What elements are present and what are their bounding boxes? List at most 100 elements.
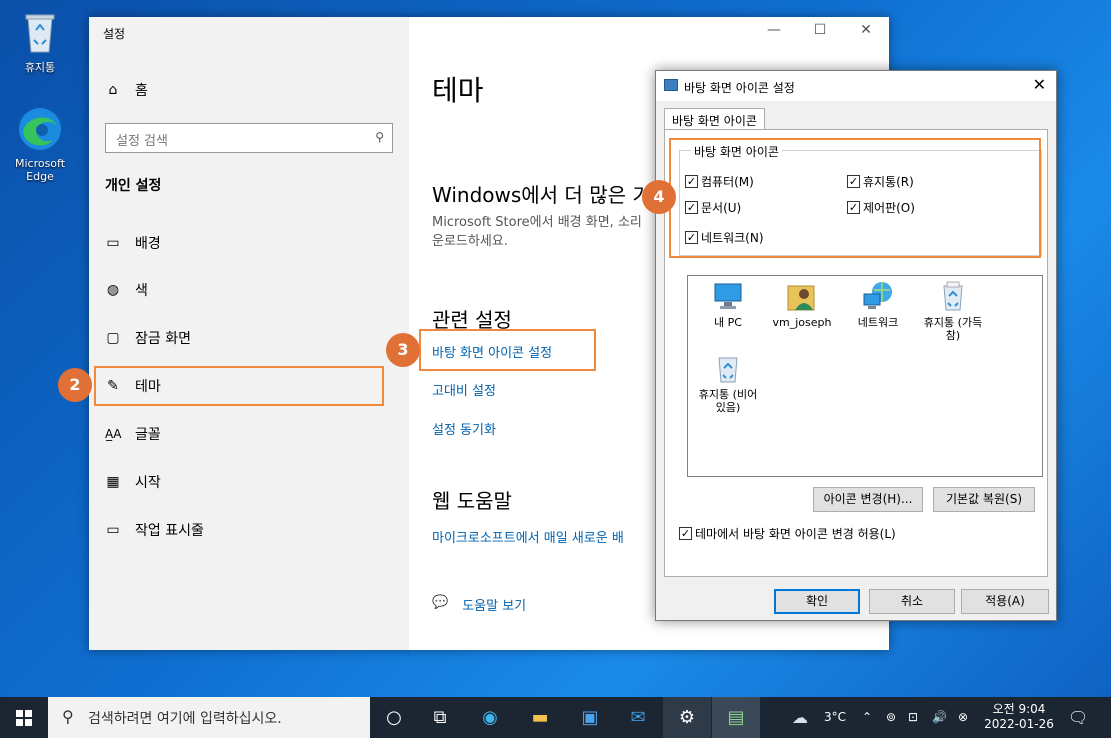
- nav-label: 잠금 화면: [135, 331, 191, 347]
- nav-label: 작업 표시줄: [135, 523, 204, 539]
- nav-label: 시작: [135, 475, 161, 491]
- help-chat-icon: 💬: [432, 595, 449, 610]
- icon-item-label: 휴지통 (가득 참): [923, 316, 983, 342]
- search-icon: ⚲: [62, 707, 74, 726]
- nav-background[interactable]: ▭ 배경: [105, 233, 161, 253]
- window-title: 설정: [103, 27, 126, 41]
- apply-button[interactable]: 적용(A): [961, 589, 1049, 614]
- web-help-link[interactable]: 마이크로소프트에서 매일 새로운 배: [432, 527, 624, 546]
- search-icon: ⚲: [375, 130, 384, 144]
- recycle-bin-icon: [5, 10, 75, 57]
- taskbar: ⚲ 검색하려면 여기에 입력하십시오. ○ ⧉ ◉ ▬ ▣ ✉ ⚙ ▤ ☁ 3°…: [0, 697, 1111, 738]
- restore-default-button[interactable]: 기본값 복원(S): [933, 487, 1035, 512]
- volume-icon[interactable]: 🔊: [932, 697, 947, 738]
- highlight-theme: [94, 366, 384, 406]
- settings-search-input[interactable]: 설정 검색 ⚲: [105, 123, 393, 153]
- dialog-titlebar: 바탕 화면 아이콘 설정 ✕: [656, 71, 1056, 101]
- icon-item-label: 휴지통 (비어 있음): [698, 388, 758, 414]
- cancel-button[interactable]: 취소: [869, 589, 955, 614]
- get-help-link[interactable]: 💬 도움말 보기: [432, 595, 526, 614]
- icon-item-pc[interactable]: 내 PC: [693, 280, 763, 329]
- maximize-button[interactable]: ☐: [805, 22, 835, 38]
- clock-date: 2022-01-26: [984, 717, 1054, 731]
- desktop-icon-edge[interactable]: Microsoft Edge: [5, 106, 75, 183]
- nav-color[interactable]: ◍ 색: [105, 280, 148, 300]
- more-themes-heading: Windows에서 더 많은 기: [432, 183, 651, 207]
- sync-settings-link[interactable]: 설정 동기화: [432, 419, 496, 438]
- weather-icon[interactable]: ☁: [792, 697, 808, 738]
- icon-item-user[interactable]: vm_joseph: [767, 280, 837, 329]
- dialog-app-icon: [664, 79, 678, 91]
- highlight-checkbox-group: [669, 138, 1041, 258]
- user-folder-icon: [786, 280, 818, 312]
- clock[interactable]: 오전 9:04 2022-01-26: [983, 702, 1055, 732]
- font-icon: A̲A: [105, 427, 122, 441]
- taskbar-search-box[interactable]: ⚲ 검색하려면 여기에 입력하십시오.: [48, 697, 370, 738]
- pc-icon: [712, 280, 744, 312]
- nav-home-label: 홈: [135, 83, 148, 99]
- nav-home[interactable]: ⌂ 홈: [105, 80, 148, 100]
- notification-off-icon[interactable]: ⊗: [958, 697, 968, 738]
- windows-logo-icon: [16, 710, 32, 726]
- cortana-button[interactable]: ○: [370, 697, 418, 738]
- nav-label: 배경: [135, 236, 161, 252]
- nav-start[interactable]: ▦ 시작: [105, 472, 161, 492]
- start-button[interactable]: [0, 697, 48, 738]
- highlight-desktop-icon-settings: [419, 329, 596, 371]
- store-icon[interactable]: ▣: [566, 697, 614, 738]
- recycle-full-icon: [937, 280, 969, 312]
- weather-temp[interactable]: 3°C: [824, 697, 846, 738]
- high-contrast-link[interactable]: 고대비 설정: [432, 380, 496, 399]
- checkbox-label: 테마에서 바탕 화면 아이콘 변경 허용(L): [695, 527, 896, 541]
- search-placeholder: 설정 검색: [116, 134, 168, 149]
- file-explorer-icon[interactable]: ▬: [516, 697, 564, 738]
- ok-button[interactable]: 확인: [774, 589, 860, 614]
- desktop-icon-label: 휴지통: [24, 61, 56, 74]
- desktop-icon-settings-taskbar-icon[interactable]: ▤: [712, 697, 760, 738]
- mail-icon[interactable]: ✉: [614, 697, 662, 738]
- change-icon-button[interactable]: 아이콘 변경(H)...: [813, 487, 923, 512]
- close-button[interactable]: ✕: [851, 22, 881, 38]
- clock-time: 오전 9:04: [992, 702, 1046, 716]
- task-view-button[interactable]: ⧉: [416, 697, 464, 738]
- group-heading: 개인 설정: [105, 178, 162, 194]
- network-tray-icon[interactable]: ⊡: [908, 697, 918, 738]
- minimize-button[interactable]: —: [759, 22, 789, 38]
- nav-label: 글꼴: [135, 427, 161, 443]
- desktop-icon-label: Microsoft Edge: [14, 157, 66, 183]
- nav-taskbar[interactable]: ▭ 작업 표시줄: [105, 520, 204, 540]
- settings-sidebar: 설정 ⌂ 홈 설정 검색 ⚲ 개인 설정 ▭ 배경 ◍ 색 ▢ 잠금 화면 ✎ …: [89, 17, 409, 650]
- icon-item-recycle-full[interactable]: 휴지통 (가득 참): [918, 280, 988, 342]
- page-title: 테마: [432, 74, 484, 107]
- show-hidden-icons-icon[interactable]: ⌃: [862, 697, 872, 738]
- web-help-heading: 웹 도움말: [432, 489, 512, 513]
- dialog-close-button[interactable]: ✕: [1033, 75, 1046, 94]
- nav-label: 색: [135, 283, 148, 299]
- get-help-label: 도움말 보기: [462, 599, 527, 614]
- picture-icon: ▭: [106, 235, 120, 251]
- icon-item-label: vm_joseph: [772, 316, 832, 329]
- palette-icon: ◍: [106, 282, 120, 298]
- checkbox-check-icon: ✓: [679, 527, 692, 540]
- edge-taskbar-icon[interactable]: ◉: [466, 697, 514, 738]
- network-icon: [862, 280, 894, 312]
- icon-item-network[interactable]: 네트워크: [843, 280, 913, 329]
- lock-screen-icon: ▢: [106, 330, 120, 346]
- action-center-icon[interactable]: 🗨: [1068, 697, 1088, 738]
- icon-item-recycle-empty[interactable]: 휴지통 (비어 있음): [693, 352, 763, 414]
- taskbar-icon: ▭: [106, 522, 120, 538]
- edge-icon: [5, 106, 75, 155]
- step-badge-2: 2: [58, 368, 92, 402]
- step-badge-4: 4: [642, 180, 676, 214]
- recycle-empty-icon: [712, 352, 744, 384]
- icon-item-label: 네트워크: [857, 316, 899, 329]
- checkbox-allow-themes[interactable]: ✓ 테마에서 바탕 화면 아이콘 변경 허용(L): [679, 525, 896, 542]
- nav-fonts[interactable]: A̲A 글꼴: [105, 424, 161, 444]
- taskbar-search-placeholder: 검색하려면 여기에 입력하십시오.: [88, 711, 282, 727]
- settings-gear-icon[interactable]: ⚙: [663, 697, 711, 738]
- desktop-icon-recycle-bin[interactable]: 휴지통: [5, 10, 75, 75]
- icon-item-label: 내 PC: [714, 316, 742, 329]
- meet-now-icon[interactable]: ⊚: [886, 697, 896, 738]
- icon-list: 내 PC vm_joseph 네트워크 휴지통 (가득 참) 휴지통 (비어 있…: [687, 275, 1043, 477]
- nav-lock-screen[interactable]: ▢ 잠금 화면: [105, 328, 191, 348]
